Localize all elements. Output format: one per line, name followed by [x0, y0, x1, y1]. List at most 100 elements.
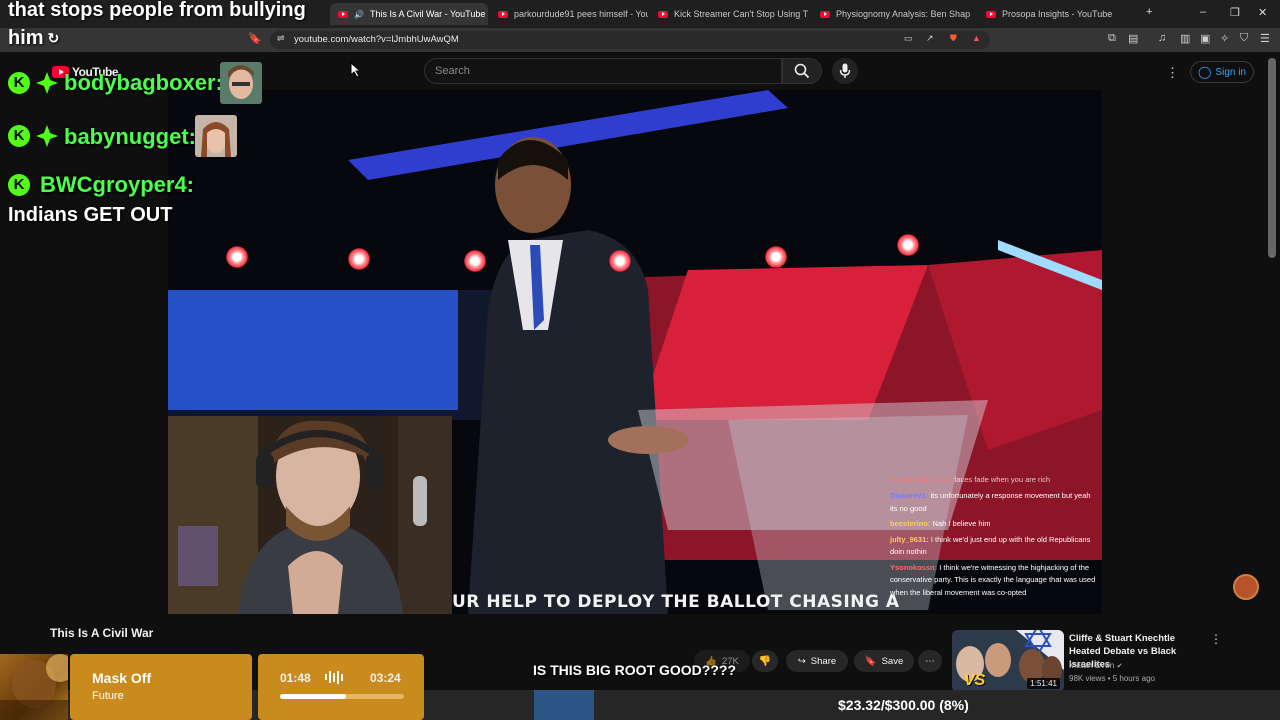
thumbnail-text: VS: [964, 672, 986, 689]
extensions-icon[interactable]: ⧉: [1108, 32, 1116, 45]
save-icon: 🔖: [864, 655, 877, 667]
search-input[interactable]: Search: [424, 58, 782, 84]
video-title: This Is A Civil War: [50, 626, 154, 640]
tab-active[interactable]: 🔊 This Is A Civil War - YouTube ×: [330, 3, 488, 25]
voice-search-button[interactable]: [832, 58, 858, 84]
tab[interactable]: Prosopa Insights - YouTube: [978, 3, 1128, 25]
tab-label: Prosopa Insights - YouTube: [1002, 9, 1113, 19]
url-text: youtube.com/watch?v=lJmbhUwAwQM: [294, 34, 459, 45]
chat-username: legendram_pexo:: [890, 475, 953, 484]
rewards-icon[interactable]: ▲: [972, 33, 981, 43]
goal-text: $23.32/$300.00 (8%): [838, 697, 969, 713]
share-icon[interactable]: ↗: [926, 33, 934, 44]
chat-message: Ysonokossn: I think we're witnessing the…: [890, 562, 1100, 600]
url-field[interactable]: ⇌ youtube.com/watch?v=lJmbhUwAwQM ▭ ↗ ⛊ …: [270, 31, 990, 49]
close-window-icon[interactable]: ✕: [1258, 6, 1267, 19]
share-label: Share: [810, 655, 837, 667]
floating-avatar[interactable]: [1233, 574, 1259, 600]
thumbs-down-icon: 👎: [758, 655, 772, 667]
channel-name: Matan Even: [1069, 660, 1115, 670]
stage-light-icon: [226, 246, 248, 268]
search-icon: [794, 63, 810, 79]
tab-label: parkourdude91 pees himself - YouT: [514, 9, 648, 19]
share-button[interactable]: ↪ Share: [786, 650, 848, 672]
reload-icon: ↻: [47, 30, 60, 46]
song-artist: Future: [92, 690, 124, 702]
streamer-webcam: [168, 416, 452, 614]
save-button[interactable]: 🔖 Save: [854, 650, 914, 672]
video-caption: UR HELP TO DEPLOY THE BALLOT CHASING A: [452, 592, 900, 612]
leo-icon[interactable]: ✧: [1220, 32, 1229, 45]
tab-label: Kick Streamer Can't Stop Using The: [674, 9, 808, 19]
kick-badge-icon: K: [8, 125, 30, 147]
playback-time-card: 01:48 03:24: [258, 654, 424, 720]
overlay-message-row: him ↻: [8, 24, 306, 52]
chat-message: julty_9631: I think we'd just end up wit…: [890, 534, 1100, 559]
sub-badge-icon: [36, 72, 58, 94]
mouse-cursor-icon: [350, 62, 362, 78]
tab[interactable]: Physiognomy Analysis: Ben Shapiro: [812, 3, 970, 25]
more-icon: ⋯: [925, 655, 935, 667]
share-icon: ↪: [797, 655, 806, 667]
avatar: [220, 62, 262, 104]
stage-light-icon: [464, 250, 486, 272]
equalizer-icon: [325, 670, 343, 684]
recommended-video-channel[interactable]: Matan Even ✔: [1069, 660, 1123, 670]
video-duration: 1:51:41: [1027, 678, 1060, 689]
page-scrollbar[interactable]: [1268, 58, 1276, 258]
overlay-message-text: that stops people from bullying him ↻: [8, 0, 306, 52]
kick-badge-icon: K: [8, 72, 30, 94]
cast-icon[interactable]: ▭: [904, 33, 913, 44]
tab[interactable]: parkourdude91 pees himself - YouT: [490, 3, 648, 25]
recommended-video-thumbnail[interactable]: VS 1:51:41: [952, 630, 1064, 692]
youtube-favicon-icon: [820, 10, 830, 18]
settings-menu-icon[interactable]: ⋮: [1166, 65, 1179, 81]
elapsed-time: 01:48: [280, 671, 311, 685]
new-tab-icon[interactable]: +: [1146, 6, 1152, 18]
recommended-video-meta: 98K views • 5 hours ago: [1069, 674, 1155, 683]
overlay-chat-message: Indians GET OUT: [8, 204, 173, 226]
stage-light-icon: [765, 246, 787, 268]
tab-label: This Is A Civil War - YouTube: [369, 9, 486, 19]
chat-username: Ysonokossn:: [890, 562, 938, 572]
minimize-icon[interactable]: –: [1200, 6, 1206, 18]
dislike-button[interactable]: 👎: [752, 650, 778, 672]
save-label: Save: [881, 655, 904, 667]
recommendation-menu-icon[interactable]: ⋮: [1210, 632, 1222, 646]
song-progress-fill: [280, 694, 346, 699]
microphone-icon: [839, 63, 851, 78]
overlay-bottom-text: IS THIS BIG ROOT GOOD????: [533, 662, 736, 678]
more-actions-button[interactable]: ⋯: [918, 650, 942, 672]
sub-badge-icon: [36, 125, 58, 147]
album-art: [0, 654, 68, 720]
chat-username: julty_9631:: [890, 534, 929, 544]
total-time: 03:24: [370, 671, 401, 685]
reader-icon[interactable]: ▤: [1128, 32, 1138, 45]
tab[interactable]: Kick Streamer Can't Stop Using The: [650, 3, 808, 25]
youtube-favicon-icon: [498, 10, 508, 18]
chat-message: Discorev1: its unfortunately a response …: [890, 490, 1100, 515]
maximize-icon[interactable]: ❐: [1230, 6, 1240, 19]
brave-shield-icon[interactable]: ⛊: [950, 33, 957, 44]
music-note-icon[interactable]: ♫: [1158, 32, 1166, 44]
youtube-favicon-icon: [986, 10, 996, 18]
overlay-chat-user: bodybagboxer:: [64, 70, 223, 95]
wallet-icon[interactable]: ▣: [1200, 32, 1210, 45]
chat-message: legendram_pexo: faces fade when you are …: [890, 474, 1100, 487]
sidebar-icon[interactable]: ▥: [1180, 32, 1190, 45]
verified-icon: ✔: [1116, 663, 1123, 670]
menu-icon[interactable]: ☰: [1260, 32, 1270, 45]
stream-chat: legendram_pexo: faces fade when you are …: [890, 474, 1100, 599]
chat-text: Nah I believe him: [932, 519, 991, 528]
stage-light-icon: [609, 250, 631, 272]
vpn-icon[interactable]: ⛉: [1240, 32, 1248, 45]
sign-in-button[interactable]: ◯ Sign in: [1190, 61, 1254, 83]
chat-username: becsterino:: [890, 519, 931, 528]
kick-badge-icon: K: [8, 174, 30, 196]
youtube-favicon-icon: [658, 10, 668, 18]
search-button[interactable]: [782, 58, 822, 84]
overlay-message-line: that stops people from bullying: [8, 0, 306, 21]
overlay-chat-user: BWCgroyper4:: [40, 172, 195, 197]
now-playing-card: Mask Off Future: [70, 654, 252, 720]
chat-message: becsterino: Nah I believe him: [890, 518, 1100, 531]
